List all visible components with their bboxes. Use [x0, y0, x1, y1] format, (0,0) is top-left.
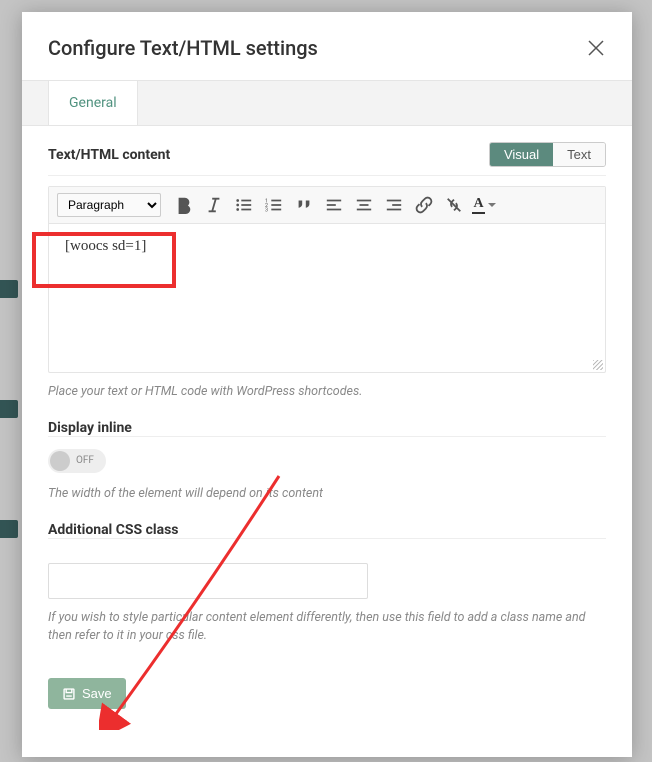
content-label: Text/HTML content: [48, 147, 170, 163]
wysiwyg-editor: Paragraph 123 A: [48, 186, 606, 373]
blockquote-icon[interactable]: [295, 196, 313, 214]
inline-help-text: The width of the element will depend on …: [48, 485, 606, 504]
css-label: Additional CSS class: [48, 522, 606, 538]
save-icon: [62, 687, 76, 701]
align-right-icon[interactable]: [385, 196, 403, 214]
tabs-bar: General: [22, 80, 632, 126]
text-color-icon[interactable]: A: [475, 196, 493, 214]
svg-text:3: 3: [265, 207, 268, 213]
content-field-row: Text/HTML content Visual Text: [48, 142, 606, 176]
css-class-input[interactable]: [48, 563, 368, 599]
toggle-knob: [50, 451, 70, 471]
toolbar-icons: 123 A: [169, 196, 493, 214]
tab-general[interactable]: General: [48, 81, 138, 125]
numbered-list-icon[interactable]: 123: [265, 196, 283, 214]
divider: [48, 436, 606, 437]
toggle-state-label: OFF: [76, 455, 94, 466]
inline-label: Display inline: [48, 420, 606, 436]
editor-toolbar: Paragraph 123 A: [49, 187, 605, 224]
italic-icon[interactable]: [205, 196, 223, 214]
modal-header: Configure Text/HTML settings: [48, 36, 606, 80]
editor-textarea[interactable]: [woocs sd=1]: [49, 224, 605, 372]
css-section: Additional CSS class If you wish to styl…: [48, 522, 606, 647]
unlink-icon[interactable]: [445, 196, 463, 214]
inline-section: Display inline OFF The width of the elem…: [48, 420, 606, 504]
inline-toggle[interactable]: OFF: [48, 449, 106, 473]
content-help-text: Place your text or HTML code with WordPr…: [48, 383, 606, 402]
divider: [48, 538, 606, 539]
align-left-icon[interactable]: [325, 196, 343, 214]
editor-mode-toggle: Visual Text: [489, 142, 606, 167]
resize-handle[interactable]: [593, 360, 603, 370]
background-side-tags: [0, 280, 18, 538]
bullet-list-icon[interactable]: [235, 196, 253, 214]
save-button[interactable]: Save: [48, 678, 126, 709]
save-label: Save: [82, 686, 112, 701]
text-mode-button[interactable]: Text: [553, 143, 605, 166]
visual-mode-button[interactable]: Visual: [490, 143, 553, 166]
settings-modal: Configure Text/HTML settings General Tex…: [22, 12, 632, 757]
css-help-text: If you wish to style particular content …: [48, 609, 606, 647]
content-section: Text/HTML content Visual Text Paragraph …: [48, 126, 606, 402]
align-center-icon[interactable]: [355, 196, 373, 214]
editor-content-text: [woocs sd=1]: [65, 238, 146, 254]
bold-icon[interactable]: [175, 196, 193, 214]
close-icon[interactable]: [586, 38, 606, 58]
chevron-down-icon: [488, 203, 496, 207]
format-select[interactable]: Paragraph: [57, 193, 161, 217]
modal-title: Configure Text/HTML settings: [48, 36, 318, 60]
link-icon[interactable]: [415, 196, 433, 214]
